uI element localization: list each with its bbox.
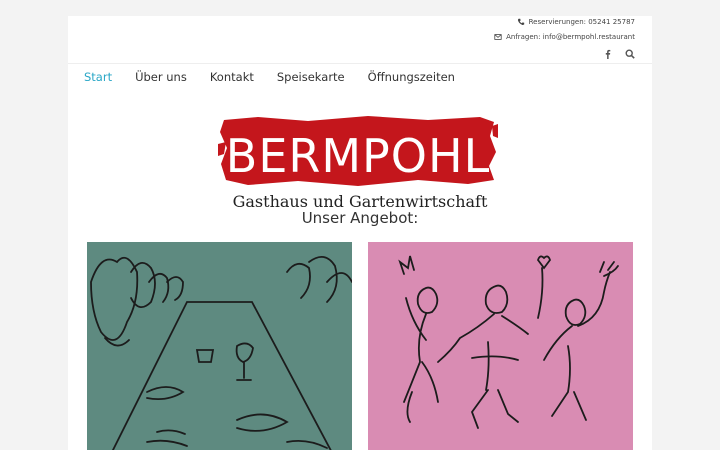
inquiries-line: Anfragen: info@bermpohl.restaurant <box>494 33 635 41</box>
section-title: Unser Angebot: <box>301 209 419 227</box>
social-bar <box>603 49 635 59</box>
nav-item-start[interactable]: Start <box>84 70 112 84</box>
header-divider <box>68 63 652 64</box>
dancing-people-illustration[interactable] <box>368 242 633 450</box>
page-container: Reservierungen: 05241 25787 Anfragen: in… <box>68 16 652 450</box>
nav-item-ueber-uns[interactable]: Über uns <box>135 70 187 84</box>
phone-icon <box>517 18 525 26</box>
reservation-text: Reservierungen: 05241 25787 <box>528 18 635 26</box>
nav-item-oeffnungszeiten[interactable]: Öffnungszeiten <box>368 70 455 84</box>
reservation-line: Reservierungen: 05241 25787 <box>517 18 635 26</box>
header-topbar: Reservierungen: 05241 25787 Anfragen: in… <box>335 16 635 64</box>
main-nav: Start Über uns Kontakt Speisekarte Öffnu… <box>84 70 478 84</box>
envelope-icon <box>494 33 502 41</box>
search-icon[interactable] <box>625 49 635 59</box>
brand-logo[interactable]: BERMPOHL <box>218 114 498 190</box>
nav-item-speisekarte[interactable]: Speisekarte <box>277 70 345 84</box>
nav-item-kontakt[interactable]: Kontakt <box>210 70 254 84</box>
restaurant-illustration[interactable] <box>87 242 352 450</box>
logo-text: BERMPOHL <box>226 129 490 183</box>
facebook-icon[interactable] <box>603 49 613 59</box>
inquiries-text[interactable]: Anfragen: info@bermpohl.restaurant <box>506 33 635 41</box>
